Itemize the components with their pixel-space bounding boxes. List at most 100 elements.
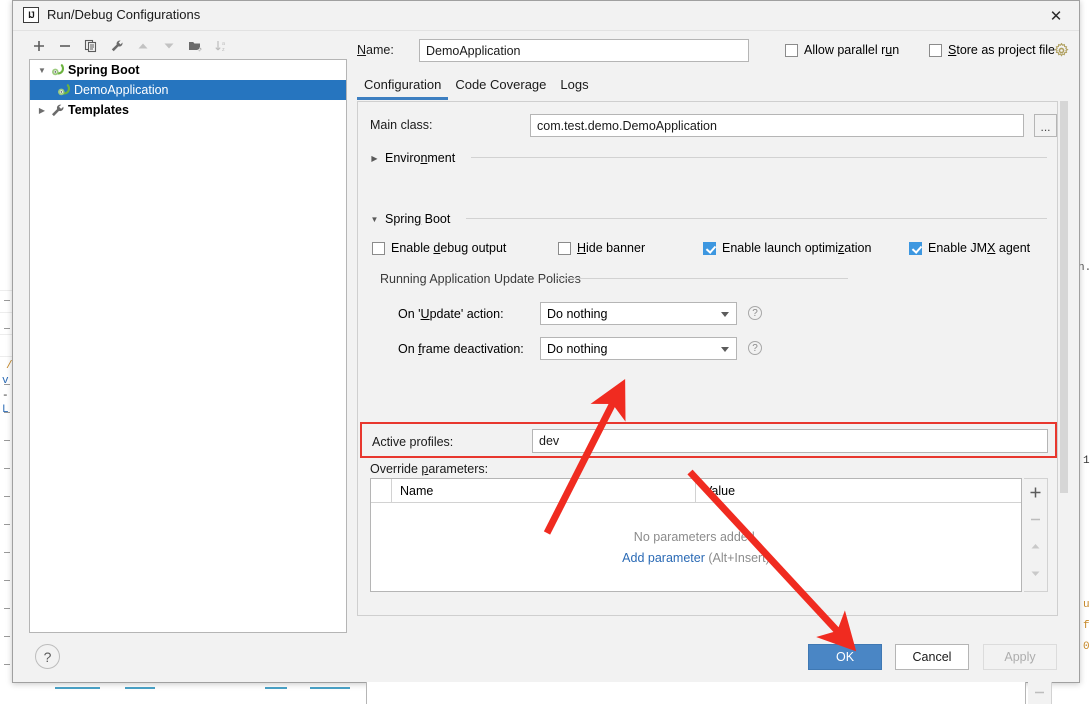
copy-icon[interactable] [79,35,103,57]
caret-up-icon[interactable] [131,35,155,57]
tree-toolbar: a z [21,33,347,59]
on-frame-deactivation-label: On frame deactivation: [398,342,524,356]
caret-down-icon[interactable] [1025,563,1047,583]
main-class-input[interactable] [530,114,1024,137]
chevron-down-icon[interactable]: ▼ [34,66,50,75]
on-update-action-dropdown[interactable]: Do nothing [540,302,737,325]
svg-text:z: z [222,47,225,53]
dialog-title: Run/Debug Configurations [47,7,200,22]
main-class-row: Main class: ... [370,114,1047,138]
section-divider [556,278,848,279]
gutter-tick [4,496,10,497]
configuration-panel-scrollbar[interactable] [1059,101,1069,616]
gear-icon[interactable] [1054,43,1069,58]
wrench-icon [50,103,65,118]
intellij-idea-icon: IJ [23,7,39,23]
name-input[interactable] [419,39,749,62]
plus-icon[interactable] [1025,482,1047,502]
close-icon[interactable]: ✕ [1033,1,1079,30]
tab-configuration[interactable]: Configuration [357,75,448,100]
enable-debug-output-checkbox[interactable]: Enable debug output [372,241,506,255]
spring-boot-section-label: Spring Boot [385,212,450,226]
chevron-down-icon [721,347,729,352]
configurations-tree[interactable]: ▼ Spring Boot [29,59,347,633]
section-divider [466,218,1047,219]
environment-section-header[interactable]: ▶ Environment [370,151,455,165]
configurations-pane: a z ▼ Spring Boot [21,33,347,635]
ok-button[interactable]: OK [808,644,882,670]
cancel-button[interactable]: Cancel [895,644,969,670]
allow-parallel-run-checkbox[interactable]: Allow parallel run [785,43,899,57]
folder-add-icon[interactable] [183,35,207,57]
allow-parallel-run-label: Allow parallel run [804,43,899,57]
tree-node-label: Spring Boot [68,63,140,77]
editor-tabs: Configuration Code Coverage Logs [357,75,1069,98]
hide-banner-label: Hide banner [577,241,645,255]
tree-node-templates[interactable]: ▶ Templates [30,100,346,120]
enable-jmx-agent-label: Enable JMX agent [928,241,1030,255]
tree-node-demoapplication[interactable]: DemoApplication [30,80,346,100]
gutter-tick [4,608,10,609]
environment-section-label: Environment [385,151,455,165]
main-class-label: Main class: [370,118,433,132]
chevron-down-icon: ▼ [370,215,379,224]
add-parameter-row: Add parameter (Alt+Insert) [622,551,770,565]
editor-text-fragment: u [1083,599,1090,611]
add-parameter-hint: (Alt+Insert) [708,551,769,565]
help-button[interactable]: ? [35,644,60,669]
minus-icon[interactable] [1025,509,1047,529]
configuration-tab-panel: Main class: ... ▶ Environment ▼ Spring B… [357,101,1058,616]
checkbox-box [929,44,942,57]
section-divider [471,157,1047,158]
editor-text-fragment: 1 [1083,455,1090,467]
enable-launch-optimization-label: Enable launch optimization [722,241,871,255]
checkbox-box [372,242,385,255]
spring-boot-section-header[interactable]: ▼ Spring Boot [370,212,450,226]
chevron-right-icon[interactable]: ▶ [34,106,50,115]
scrollbar-thumb[interactable] [1060,101,1068,493]
minus-icon[interactable] [1029,682,1051,702]
enable-jmx-agent-checkbox[interactable]: Enable JMX agent [909,241,1030,255]
checkbox-box [909,242,922,255]
apply-button[interactable]: Apply [983,644,1057,670]
editor-underline [265,687,287,689]
store-as-project-file-checkbox[interactable]: Store as project file [929,43,1055,57]
active-profiles-input[interactable] [532,429,1048,453]
caret-up-icon[interactable] [1025,536,1047,556]
question-circle-icon[interactable]: ? [748,341,762,355]
update-policies-group-label: Running Application Update Policies [380,272,581,286]
tree-node-label: Templates [68,103,129,117]
editor-text-fragment: L [2,404,9,416]
question-circle-icon[interactable]: ? [748,306,762,320]
store-as-project-file-label: Store as project file [948,43,1055,57]
add-parameter-link[interactable]: Add parameter [622,551,705,565]
minus-icon[interactable] [53,35,77,57]
column-header-name: Name [391,479,695,502]
sort-az-icon[interactable]: a z [209,35,233,57]
editor-underline [310,687,350,689]
name-label: Name: [357,43,394,57]
main-class-browse-button[interactable]: ... [1034,114,1057,137]
editor-text-fragment: f [1083,620,1090,632]
chevron-right-icon: ▶ [370,154,379,163]
column-header-value: Value [695,479,1015,502]
tab-code-coverage[interactable]: Code Coverage [448,75,553,100]
enable-launch-optimization-checkbox[interactable]: Enable launch optimization [703,241,871,255]
editor-text-fragment: 0 [1083,641,1090,653]
gutter-tick [4,328,10,329]
checkbox-box [558,242,571,255]
wrench-icon[interactable] [105,35,129,57]
caret-down-icon[interactable] [157,35,181,57]
plus-icon[interactable] [27,35,51,57]
tree-node-spring-boot[interactable]: ▼ Spring Boot [30,60,346,80]
hide-banner-checkbox[interactable]: Hide banner [558,241,645,255]
dialog-titlebar: IJ Run/Debug Configurations ✕ [13,1,1079,31]
editor-underline [125,687,155,689]
override-parameters-side-toolbar [1024,478,1048,592]
on-frame-deactivation-dropdown[interactable]: Do nothing [540,337,737,360]
on-update-action-label: On 'Update' action: [398,307,504,321]
tab-logs[interactable]: Logs [553,75,595,100]
on-frame-deactivation-value: Do nothing [547,342,607,356]
name-row: Name: Allow parallel run Store as projec… [357,39,1069,63]
table-empty-state: No parameters added. Add parameter (Alt+… [371,503,1021,592]
